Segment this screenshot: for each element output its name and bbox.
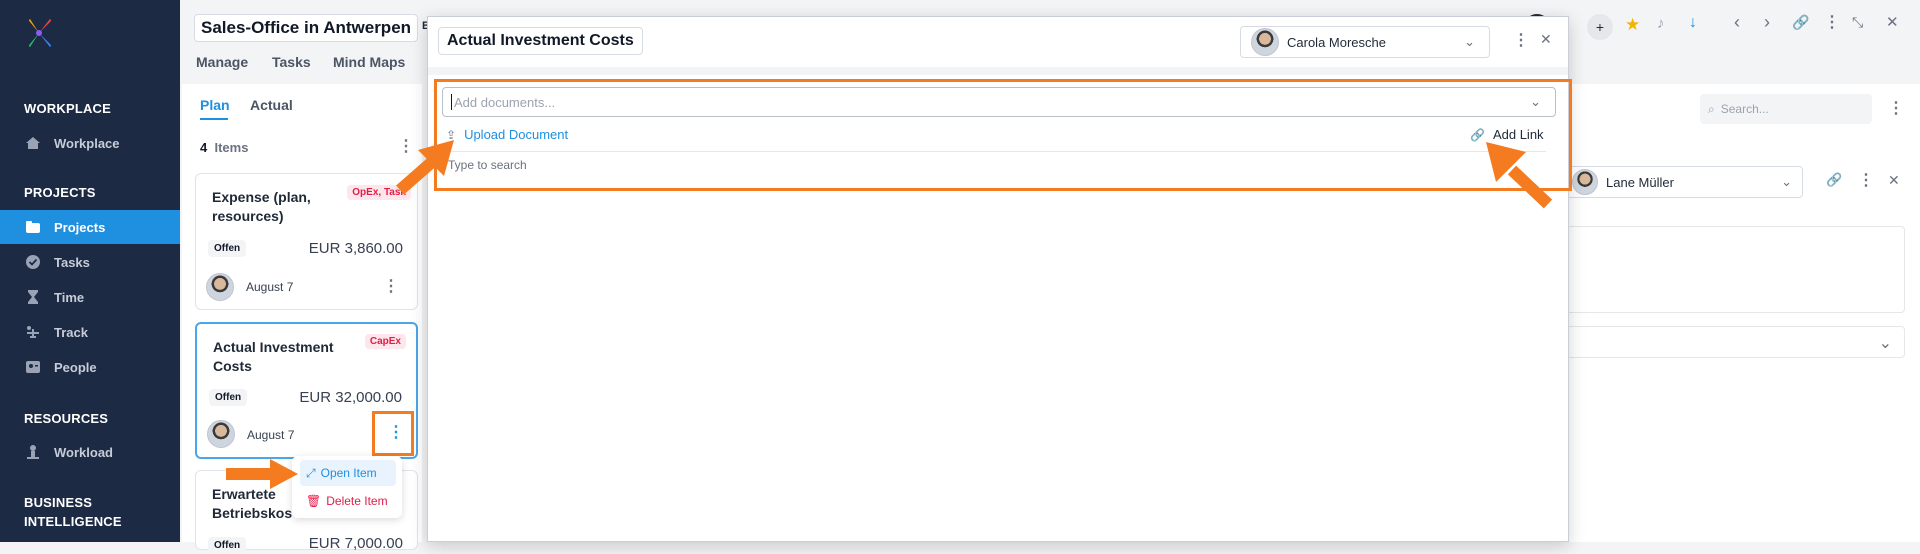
bell-icon[interactable]: ♪: [1657, 15, 1665, 32]
chevron-down-icon: ⌄: [1530, 94, 1541, 109]
trash-icon: 🗑: [306, 494, 322, 508]
collapse-icon[interactable]: ⤡: [1852, 14, 1863, 31]
link-icon[interactable]: 🔗: [1826, 172, 1842, 188]
status-badge: Offen: [208, 537, 247, 554]
chevron-down-icon: ⌄: [1781, 174, 1792, 189]
chevron-right-icon[interactable]: ›: [1764, 12, 1770, 33]
nav-manage[interactable]: Manage: [196, 54, 248, 70]
add-icon[interactable]: +: [1587, 14, 1613, 40]
nav-mind-maps[interactable]: Mind Maps: [333, 54, 405, 70]
nav-tasks[interactable]: Tasks: [272, 54, 311, 70]
arrow-down-icon[interactable]: ↓: [1689, 14, 1697, 32]
sidebar-item-workplace[interactable]: Workplace: [0, 126, 180, 160]
annotation-arrow-upload: [396, 140, 454, 195]
project-title[interactable]: Sales-Office in Antwerpen: [194, 14, 419, 42]
sidebar-item-workload[interactable]: Workload: [0, 435, 180, 469]
modal-title[interactable]: Actual Investment Costs: [438, 27, 643, 55]
app-logo-icon[interactable]: [24, 18, 54, 48]
annotation-arrow-link: [1486, 142, 1553, 209]
sidebar-item-people[interactable]: People: [0, 350, 180, 384]
sidebar-item-label: People: [54, 359, 97, 375]
more-icon[interactable]: ⋮: [1824, 12, 1840, 32]
tab-underline: [200, 118, 228, 120]
upload-document-button[interactable]: ⇪ Upload Document: [446, 127, 568, 142]
chevron-down-icon: ⌄: [1878, 335, 1892, 352]
card-title: Actual Investment Costs: [213, 339, 334, 374]
sidebar-item-label: Tasks: [54, 254, 90, 270]
home-icon: [24, 134, 42, 152]
sidebar-item-label: Workload: [54, 444, 113, 460]
expand-icon: ⤢: [306, 465, 316, 480]
delete-item-button[interactable]: 🗑 Delete Item: [300, 488, 396, 514]
hourglass-icon: [24, 288, 42, 306]
card-amount: EUR 7,000.00: [308, 535, 403, 552]
card-date: August 7: [246, 280, 294, 294]
card-date: August 7: [247, 428, 295, 442]
card-amount: EUR 32,000.00: [299, 389, 402, 406]
avatar: [1251, 28, 1279, 56]
item-modal: Actual Investment Costs Carola Moresche …: [427, 16, 1572, 542]
avatar: [207, 420, 235, 448]
tab-actual[interactable]: Actual: [250, 97, 293, 113]
chevron-down-icon: ⌄: [1464, 34, 1475, 49]
sidebar-section-resources: RESOURCES: [24, 411, 109, 426]
sidebar-item-label: Workplace: [54, 135, 120, 151]
card-title: Expense (plan, resources): [212, 189, 311, 224]
text-cursor: [451, 94, 452, 110]
sidebar-item-projects[interactable]: Projects: [0, 210, 180, 244]
avatar: [206, 273, 234, 301]
sidebar-item-tasks[interactable]: Tasks: [0, 245, 180, 279]
sidebar-section-projects: PROJECTS: [24, 185, 96, 200]
card-more-icon[interactable]: ⋮: [388, 422, 404, 442]
more-icon[interactable]: ⋮: [1888, 98, 1904, 118]
sidebar-item-label: Time: [54, 289, 85, 305]
card-more-icon[interactable]: ⋮: [383, 276, 399, 296]
close-icon[interactable]: ✕: [1888, 172, 1900, 189]
context-menu: ⤢ Open Item 🗑 Delete Item: [292, 456, 402, 518]
sidebar-item-track[interactable]: Track: [0, 315, 180, 349]
modal-divider: [428, 67, 1568, 75]
close-icon[interactable]: ✕: [1886, 13, 1899, 31]
type-to-search-field[interactable]: Type to search: [442, 151, 1546, 181]
more-icon[interactable]: ⋮: [1858, 170, 1874, 190]
chevron-left-icon[interactable]: ‹: [1734, 12, 1740, 33]
list-item[interactable]: Expense (plan, resources) OpEx, Task Off…: [195, 173, 418, 310]
avatar: [1572, 169, 1598, 195]
workload-icon: [24, 443, 42, 461]
assignee-select[interactable]: Carola Moresche ⌄: [1240, 26, 1490, 58]
status-badge: Offen: [209, 389, 248, 406]
folder-icon: [24, 218, 42, 236]
search-icon: ⌕: [1708, 101, 1715, 116]
track-icon: [24, 323, 42, 341]
card-tag: CapEx: [364, 334, 406, 349]
detail-panel: [1564, 84, 1920, 542]
sidebar-item-label: Projects: [54, 219, 106, 235]
assignee-select[interactable]: Lane Müller ⌄: [1565, 166, 1803, 198]
sidebar-item-time[interactable]: Time: [0, 280, 180, 314]
status-badge: Offen: [208, 240, 247, 257]
people-icon: [24, 358, 42, 376]
tab-plan[interactable]: Plan: [200, 97, 230, 113]
sidebar-section-workplace: WORKPLACE: [24, 101, 112, 116]
card-amount: EUR 3,860.00: [308, 240, 403, 257]
star-icon[interactable]: ★: [1625, 15, 1640, 35]
search-input[interactable]: ⌕ Search...: [1700, 94, 1872, 124]
sidebar-item-label: Track: [54, 324, 88, 340]
open-item-button[interactable]: ⤢ Open Item: [300, 460, 396, 486]
close-icon[interactable]: ✕: [1540, 31, 1552, 48]
sidebar: WORKPLACE Workplace PROJECTS Projects Ta…: [0, 0, 180, 542]
check-circle-icon: [24, 253, 42, 271]
description-area[interactable]: [1565, 226, 1905, 313]
sidebar-section-bi: BUSINESS INTELLIGENCE: [24, 495, 122, 529]
items-count: 4 Items: [200, 140, 249, 155]
documents-input[interactable]: Add documents... ⌄: [442, 87, 1556, 117]
link-icon[interactable]: 🔗: [1792, 14, 1809, 31]
annotation-arrow-open: [226, 459, 298, 489]
select-field[interactable]: ⌄: [1565, 326, 1905, 358]
more-icon[interactable]: ⋮: [1513, 30, 1529, 50]
